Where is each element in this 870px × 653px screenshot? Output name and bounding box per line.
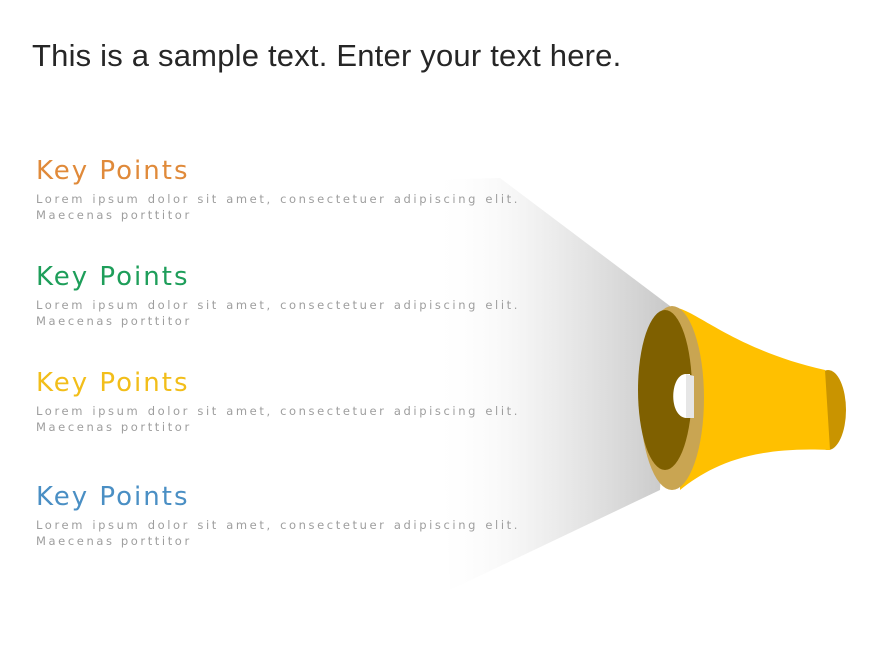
key-point-2: Key Points Lorem ipsum dolor sit amet, c… bbox=[36, 262, 520, 329]
key-point-body: Lorem ipsum dolor sit amet, consectetuer… bbox=[36, 192, 520, 222]
megaphone-icon bbox=[638, 306, 846, 490]
key-point-1: Key Points Lorem ipsum dolor sit amet, c… bbox=[36, 156, 520, 223]
key-point-heading: Key Points bbox=[36, 262, 190, 292]
key-point-heading: Key Points bbox=[36, 368, 190, 398]
key-point-heading: Key Points bbox=[36, 482, 190, 512]
key-point-body: Lorem ipsum dolor sit amet, consectetuer… bbox=[36, 404, 520, 434]
key-point-4: Key Points Lorem ipsum dolor sit amet, c… bbox=[36, 482, 520, 549]
slide-title: This is a sample text. Enter your text h… bbox=[32, 38, 622, 73]
key-point-body: Lorem ipsum dolor sit amet, consectetuer… bbox=[36, 298, 520, 328]
key-point-body: Lorem ipsum dolor sit amet, consectetuer… bbox=[36, 518, 520, 548]
key-point-heading: Key Points bbox=[36, 156, 190, 186]
key-point-3: Key Points Lorem ipsum dolor sit amet, c… bbox=[36, 368, 520, 435]
